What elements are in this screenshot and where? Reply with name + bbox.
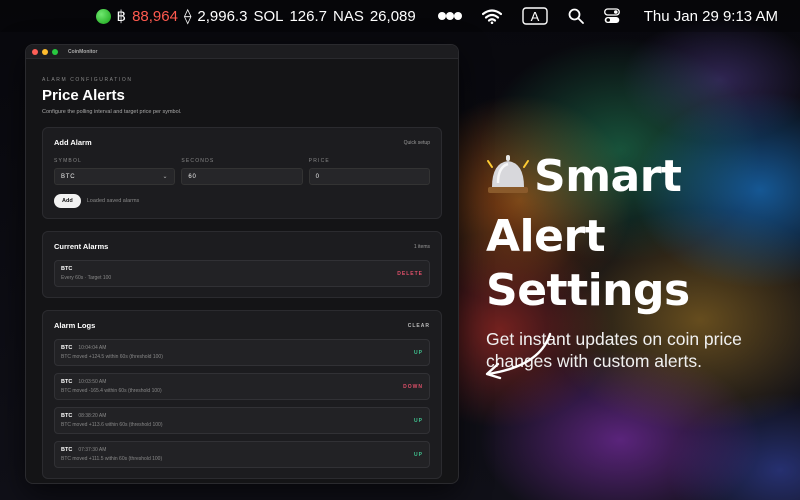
log-time: 10:03:50 AM	[78, 379, 107, 385]
seconds-input[interactable]: 60	[181, 168, 303, 185]
price-value: 0	[315, 173, 320, 180]
log-time: 07:37:30 AM	[78, 447, 107, 453]
promo-title-line1: Smart	[534, 151, 682, 202]
log-item: BTC 07:37:30 AM BTC moved +111.5 within 6…	[54, 441, 430, 468]
log-time: 10:04:04 AM	[78, 345, 107, 351]
seconds-value: 60	[188, 173, 197, 180]
window-title: CoinMonitor	[68, 48, 98, 55]
section-overline: ALARM CONFIGURATION	[42, 77, 133, 83]
load-status-text: Loaded saved alarms	[86, 198, 140, 204]
log-symbol: BTC	[61, 447, 73, 453]
symbol-select[interactable]: BTC ⌄	[54, 168, 176, 185]
overflow-dots-icon[interactable]	[437, 10, 462, 22]
log-direction-badge: UP	[414, 417, 423, 424]
promo-title: Smart Alert Settings	[486, 150, 800, 318]
log-item: BTC 10:03:50 AM BTC moved -165.4 within 6…	[54, 373, 430, 400]
symbol-value: BTC	[61, 173, 76, 180]
search-icon[interactable]	[568, 8, 584, 24]
page-subtitle: Configure the polling interval and targe…	[42, 109, 182, 115]
page-title: Price Alerts	[42, 87, 125, 104]
log-detail: BTC moved +111.5 within 60s (threshold 1…	[61, 456, 163, 462]
ticker-value-btc: 88,964	[132, 7, 178, 25]
ticker-symbol-sol: SOL	[253, 7, 284, 25]
quick-setup-label: Quick setup	[403, 139, 430, 146]
status-dot-icon	[95, 8, 111, 24]
wifi-icon[interactable]	[481, 8, 502, 24]
bell-icon	[486, 153, 530, 210]
log-detail: BTC moved -165.4 within 60s (threshold 1…	[61, 388, 162, 394]
ticker-symbol-btc: ฿	[116, 8, 127, 25]
ticker-value-sol: 126.7	[289, 7, 327, 25]
ticker-symbol-nas: NAS	[333, 7, 364, 25]
delete-alarm-button[interactable]: DELETE	[397, 271, 423, 277]
log-direction-badge: UP	[414, 451, 423, 458]
current-alarms-card: Current Alarms 1 items BTC Every 60s · T…	[42, 231, 442, 298]
log-symbol: BTC	[61, 345, 73, 351]
add-alarm-button[interactable]: Add	[54, 194, 81, 208]
log-detail: BTC moved +113.6 within 60s (threshold 1…	[61, 422, 163, 428]
ticker-symbol-eth: ⟠	[183, 8, 192, 25]
control-center-icon[interactable]	[603, 8, 620, 24]
seconds-label: SECONDS	[181, 158, 215, 164]
alarm-logs-title: Alarm Logs	[54, 321, 96, 330]
chevron-down-icon: ⌄	[162, 174, 169, 180]
seconds-field: SECONDS 60	[181, 158, 303, 185]
alarm-detail: Every 60s · Target 100	[61, 275, 112, 281]
input-source-icon[interactable]: A	[522, 7, 548, 25]
menu-bar: ฿ 88,964 ⟠ 2,996.3 SOL 126.7 NAS 26,089 …	[0, 0, 800, 32]
log-symbol: BTC	[61, 413, 73, 419]
minimize-window-button[interactable]	[42, 48, 48, 55]
zoom-window-button[interactable]	[52, 48, 58, 55]
clear-logs-button[interactable]: CLEAR	[408, 323, 430, 329]
input-source-label: A	[530, 9, 539, 24]
add-alarm-title: Add Alarm	[54, 138, 92, 147]
ticker-value-nas: 26,089	[369, 7, 416, 25]
price-input[interactable]: 0	[308, 168, 430, 185]
promo-title-line2: Alert Settings	[486, 211, 690, 316]
price-field: PRICE 0	[308, 158, 430, 185]
window-titlebar: CoinMonitor	[26, 45, 458, 59]
log-direction-badge: DOWN	[403, 383, 423, 390]
menubar-clock[interactable]: Thu Jan 29 9:13 AM	[644, 8, 778, 25]
ticker-value-eth: 2,996.3	[197, 7, 248, 25]
log-time: 08:38:20 AM	[78, 413, 107, 419]
add-alarm-card: Add Alarm Quick setup SYMBOL BTC ⌄ SECON…	[42, 127, 442, 219]
log-direction-badge: UP	[414, 349, 423, 356]
alarm-logs-card: Alarm Logs CLEAR BTC 10:04:04 AM BTC move…	[42, 310, 442, 479]
log-item: BTC 08:38:20 AM BTC moved +113.6 within 6…	[54, 407, 430, 434]
log-symbol: BTC	[61, 379, 73, 385]
current-alarms-title: Current Alarms	[54, 242, 109, 251]
alarm-item: BTC Every 60s · Target 100 DELETE	[54, 260, 430, 287]
app-window: CoinMonitor ALARM CONFIGURATION Price Al…	[25, 44, 459, 484]
symbol-field: SYMBOL BTC ⌄	[54, 158, 176, 185]
price-ticker[interactable]: ฿ 88,964 ⟠ 2,996.3 SOL 126.7 NAS 26,089	[95, 7, 416, 25]
alarm-count: 1 items	[413, 243, 430, 250]
log-detail: BTC moved +124.5 within 60s (threshold 1…	[61, 354, 163, 360]
price-label: PRICE	[308, 158, 330, 164]
alarm-symbol: BTC	[61, 266, 73, 272]
symbol-label: SYMBOL	[54, 158, 83, 164]
close-window-button[interactable]	[32, 48, 38, 55]
curved-arrow-icon	[480, 330, 556, 385]
log-item: BTC 10:04:04 AM BTC moved +124.5 within 6…	[54, 339, 430, 366]
